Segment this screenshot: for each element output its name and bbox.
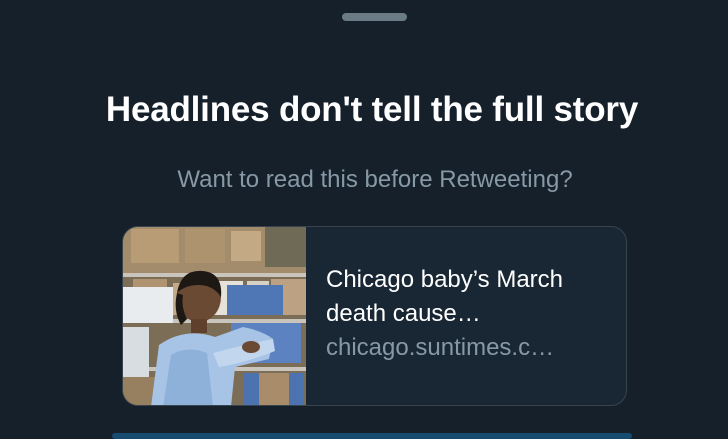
article-link-card[interactable]: Chicago baby’s March death cause… chicag… — [122, 226, 627, 406]
article-text: Chicago baby’s March death cause… chicag… — [326, 263, 616, 365]
drag-handle[interactable] — [342, 13, 407, 21]
prompt-subtitle: Want to read this before Retweeting? — [177, 166, 573, 193]
article-title[interactable]: Chicago baby’s March death cause… — [326, 263, 616, 331]
news-photo-icon — [123, 227, 306, 405]
bottom-sheet: Headlines don't tell the full story Want… — [0, 0, 728, 439]
article-thumbnail — [123, 227, 306, 405]
read-article-button-edge[interactable] — [112, 433, 632, 439]
article-domain: chicago.suntimes.c… — [326, 334, 555, 361]
prompt-headline: Headlines don't tell the full story — [105, 90, 639, 129]
